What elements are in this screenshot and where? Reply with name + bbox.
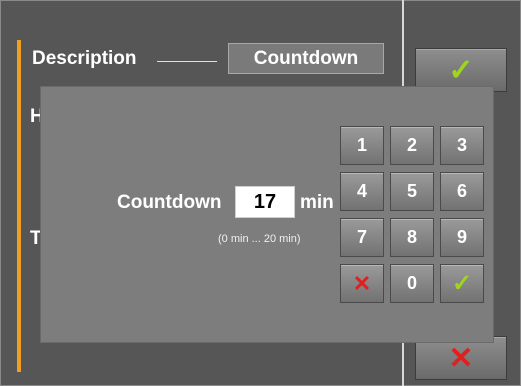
- keypad-key-1[interactable]: 1: [340, 126, 384, 165]
- description-label: Description: [32, 48, 137, 69]
- keypad-key-4[interactable]: 4: [340, 172, 384, 211]
- checkmark-icon: ✓: [448, 53, 474, 87]
- countdown-value-field[interactable]: 17: [235, 186, 295, 218]
- keypad-key-2[interactable]: 2: [390, 126, 434, 165]
- keypad-confirm-button[interactable]: ✓: [440, 264, 484, 303]
- description-divider: [157, 61, 217, 62]
- keypad-key-7[interactable]: 7: [340, 218, 384, 257]
- countdown-range: (0 min ... 20 min): [218, 233, 301, 245]
- countdown-unit: min: [300, 192, 334, 213]
- countdown-label: Countdown: [117, 192, 222, 213]
- keypad-key-6[interactable]: 6: [440, 172, 484, 211]
- close-icon: ✕: [352, 270, 372, 296]
- keypad-key-9[interactable]: 9: [440, 218, 484, 257]
- close-icon: ✕: [448, 341, 474, 375]
- checkmark-icon: ✓: [451, 270, 473, 297]
- keypad-key-0[interactable]: 0: [390, 264, 434, 303]
- keypad-cancel-button[interactable]: ✕: [340, 264, 384, 303]
- keypad-key-8[interactable]: 8: [390, 218, 434, 257]
- keypad-key-3[interactable]: 3: [440, 126, 484, 165]
- accent-bar: [17, 40, 21, 372]
- description-value-field[interactable]: Countdown: [228, 43, 384, 74]
- keypad-key-5[interactable]: 5: [390, 172, 434, 211]
